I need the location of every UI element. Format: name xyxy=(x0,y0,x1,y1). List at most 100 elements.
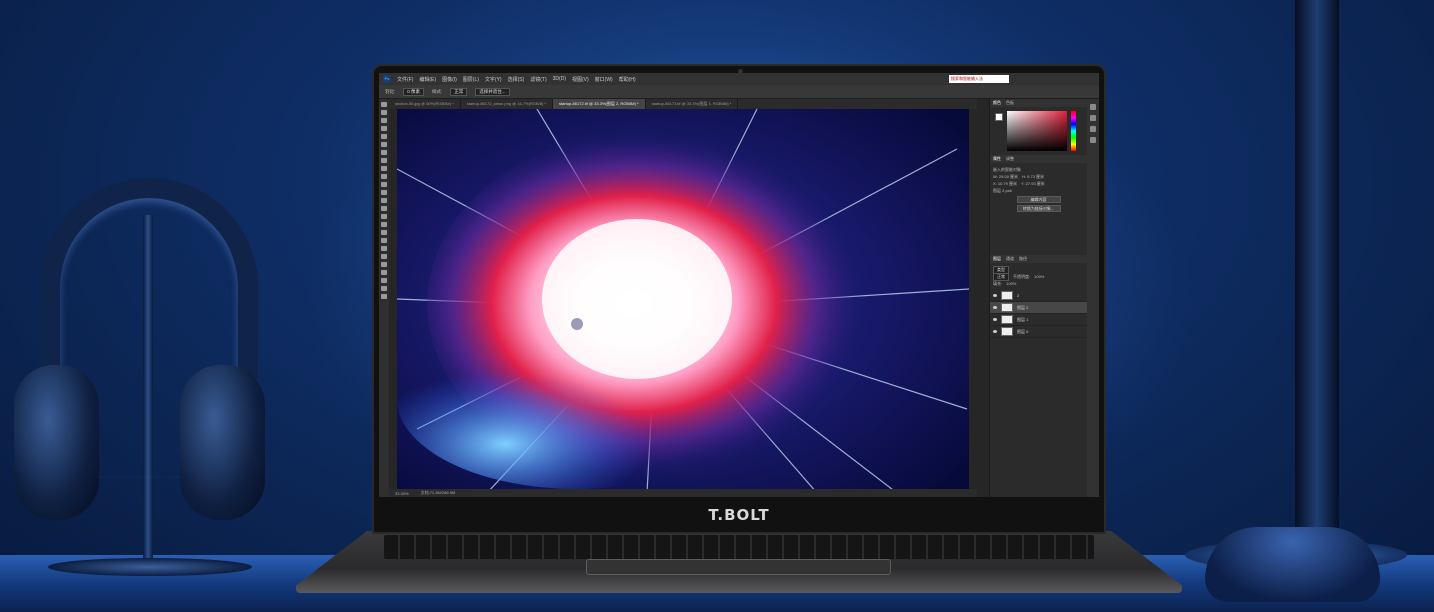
product-scene: Ps 文件(F) 编辑(E) 图像(I) 图层(L) 文字(Y) 选择(S) 滤… xyxy=(0,0,1434,612)
magic-wand-tool-icon[interactable] xyxy=(381,126,387,131)
ps-canvas[interactable] xyxy=(397,109,969,493)
tab-color[interactable]: 颜色 xyxy=(993,100,1001,106)
doc-tab[interactable]: startup-86172_clean.png @ 16.7%(RGB/8) * xyxy=(461,99,553,109)
eye-icon[interactable] xyxy=(993,306,997,309)
color-field[interactable] xyxy=(1007,111,1067,151)
adjustments-icon[interactable] xyxy=(1090,126,1096,132)
mouse xyxy=(1205,527,1380,602)
menu-help[interactable]: 帮助(H) xyxy=(619,76,636,83)
tab-adjustments[interactable]: 调整 xyxy=(1006,156,1014,162)
layer-thumbnail xyxy=(1001,315,1013,324)
props-x[interactable]: X: 10.79 厘米 xyxy=(993,181,1017,187)
zoom-tool-icon[interactable] xyxy=(381,262,387,267)
laptop-lid: Ps 文件(F) 编辑(E) 图像(I) 图层(L) 文字(Y) 选择(S) 滤… xyxy=(372,64,1106,534)
ps-options-bar: 羽化: 0 像素 样式: 正常 选择并遮住... xyxy=(379,85,1099,99)
blend-mode-select[interactable]: 正常 xyxy=(993,272,1009,281)
doc-tab[interactable]: startup-86173.tif @ 33.3%(图层 1, RGB/8#) … xyxy=(646,99,739,109)
eyedropper-tool-icon[interactable] xyxy=(381,150,387,155)
convert-linked-button[interactable]: 转换为链接对象... xyxy=(1016,205,1061,212)
feather-input[interactable]: 0 像素 xyxy=(403,87,425,96)
eye-icon[interactable] xyxy=(993,330,997,333)
select-mask-button[interactable]: 选择并遮住... xyxy=(475,87,510,96)
props-width[interactable]: W: 29.00 厘米 xyxy=(993,174,1018,180)
marquee-tool-icon[interactable] xyxy=(381,110,387,115)
menu-file[interactable]: 文件(F) xyxy=(397,76,413,83)
eraser-tool-icon[interactable] xyxy=(381,190,387,195)
doc-tab-active[interactable]: startup-86172.tif @ 33.3%(图层 2, RGB/8#) … xyxy=(552,99,646,109)
opacity-value[interactable]: 100% xyxy=(1034,274,1044,279)
layer-thumbnail xyxy=(1001,291,1013,300)
healing-tool-icon[interactable] xyxy=(381,158,387,163)
menu-image[interactable]: 图像(I) xyxy=(442,76,457,83)
menu-layer[interactable]: 图层(L) xyxy=(463,76,479,83)
tab-properties[interactable]: 属性 xyxy=(993,156,1001,162)
tab-paths[interactable]: 路径 xyxy=(1019,256,1027,262)
hue-slider[interactable] xyxy=(1071,111,1076,151)
fill-value[interactable]: 100% xyxy=(1006,281,1016,286)
photoshop-logo-icon[interactable]: Ps xyxy=(383,75,391,83)
layer-row[interactable]: 2 xyxy=(990,290,1087,302)
path-select-tool-icon[interactable] xyxy=(381,238,387,243)
screen-mode-icon[interactable] xyxy=(381,294,387,299)
libraries-icon[interactable] xyxy=(1090,115,1096,121)
lasso-tool-icon[interactable] xyxy=(381,118,387,123)
stamp-tool-icon[interactable] xyxy=(381,174,387,179)
quick-mask-icon[interactable] xyxy=(381,286,387,291)
frame-tool-icon[interactable] xyxy=(381,142,387,147)
ps-document-tabs: section-06.jpg @ 50%(RGB/8#) * startup-8… xyxy=(389,99,977,109)
shape-tool-icon[interactable] xyxy=(381,246,387,251)
pen-tool-icon[interactable] xyxy=(381,222,387,227)
edit-contents-button[interactable]: 编辑内容 xyxy=(1016,196,1061,203)
layers-panel-tabs: 图层 通道 路径 xyxy=(990,255,1087,263)
fill-label: 填充: xyxy=(993,280,1003,286)
eye-icon[interactable] xyxy=(993,318,997,321)
menu-type[interactable]: 文字(Y) xyxy=(485,76,502,83)
ps-search-box[interactable]: 搜索和智能输入法 xyxy=(949,75,1009,83)
tab-swatches[interactable]: 色板 xyxy=(1006,100,1014,106)
tab-layers[interactable]: 图层 xyxy=(993,256,1001,262)
eye-icon[interactable] xyxy=(993,294,997,297)
props-y[interactable]: Y: 27.93 厘米 xyxy=(1021,181,1045,187)
props-title: 嵌入的智能对象 xyxy=(993,166,1021,172)
layer-name: 图层 1 xyxy=(1017,316,1029,322)
properties-panel: 嵌入的智能对象 W: 29.00 厘米 H: 9.73 厘米 X: 10.79 … xyxy=(990,163,1087,217)
type-tool-icon[interactable] xyxy=(381,230,387,235)
props-height[interactable]: H: 9.73 厘米 xyxy=(1022,174,1044,180)
layer-row[interactable]: 图层 1 xyxy=(990,314,1087,326)
color-swatch-icon[interactable] xyxy=(381,278,387,283)
layer-name: 图层 2 xyxy=(1017,304,1029,310)
color-picker[interactable] xyxy=(993,111,1084,151)
menu-view[interactable]: 视图(V) xyxy=(572,76,589,83)
edit-toolbar-icon[interactable] xyxy=(381,270,387,275)
gradient-tool-icon[interactable] xyxy=(381,198,387,203)
hand-tool-icon[interactable] xyxy=(381,254,387,259)
zoom-level[interactable]: 33.33% xyxy=(395,491,409,496)
style-label: 样式: xyxy=(432,88,443,94)
headphone-right-cup xyxy=(180,365,265,520)
ps-right-panels: 颜色 色板 属性 调整 嵌入的智能对象 W: 29.00 厘米 H: 9.73 … xyxy=(989,99,1087,497)
foreground-swatch[interactable] xyxy=(995,113,1003,121)
menu-filter[interactable]: 滤镜(T) xyxy=(530,76,546,83)
laptop-base xyxy=(296,531,1182,593)
laptop-screen: Ps 文件(F) 编辑(E) 图像(I) 图层(L) 文字(Y) 选择(S) 滤… xyxy=(379,73,1099,497)
menu-3d[interactable]: 3D(D) xyxy=(553,76,566,82)
brush-tool-icon[interactable] xyxy=(381,166,387,171)
style-select[interactable]: 正常 xyxy=(450,87,468,96)
menu-edit[interactable]: 编辑(E) xyxy=(419,76,436,83)
lamp-pole xyxy=(1295,0,1339,530)
learn-icon[interactable] xyxy=(1090,104,1096,110)
tab-channels[interactable]: 通道 xyxy=(1006,256,1014,262)
menu-window[interactable]: 窗口(W) xyxy=(595,76,613,83)
layer-thumbnail xyxy=(1001,327,1013,336)
layer-row-active[interactable]: 图层 2 xyxy=(990,302,1087,314)
doc-tab[interactable]: section-06.jpg @ 50%(RGB/8#) * xyxy=(389,99,461,109)
blur-tool-icon[interactable] xyxy=(381,206,387,211)
dodge-tool-icon[interactable] xyxy=(381,214,387,219)
move-tool-icon[interactable] xyxy=(381,102,387,107)
crop-tool-icon[interactable] xyxy=(381,134,387,139)
history-brush-tool-icon[interactable] xyxy=(381,182,387,187)
history-icon[interactable] xyxy=(1090,137,1096,143)
layer-row[interactable]: 图层 0 xyxy=(990,326,1087,338)
ps-side-dock xyxy=(1087,99,1099,497)
menu-select[interactable]: 选择(S) xyxy=(508,76,525,83)
